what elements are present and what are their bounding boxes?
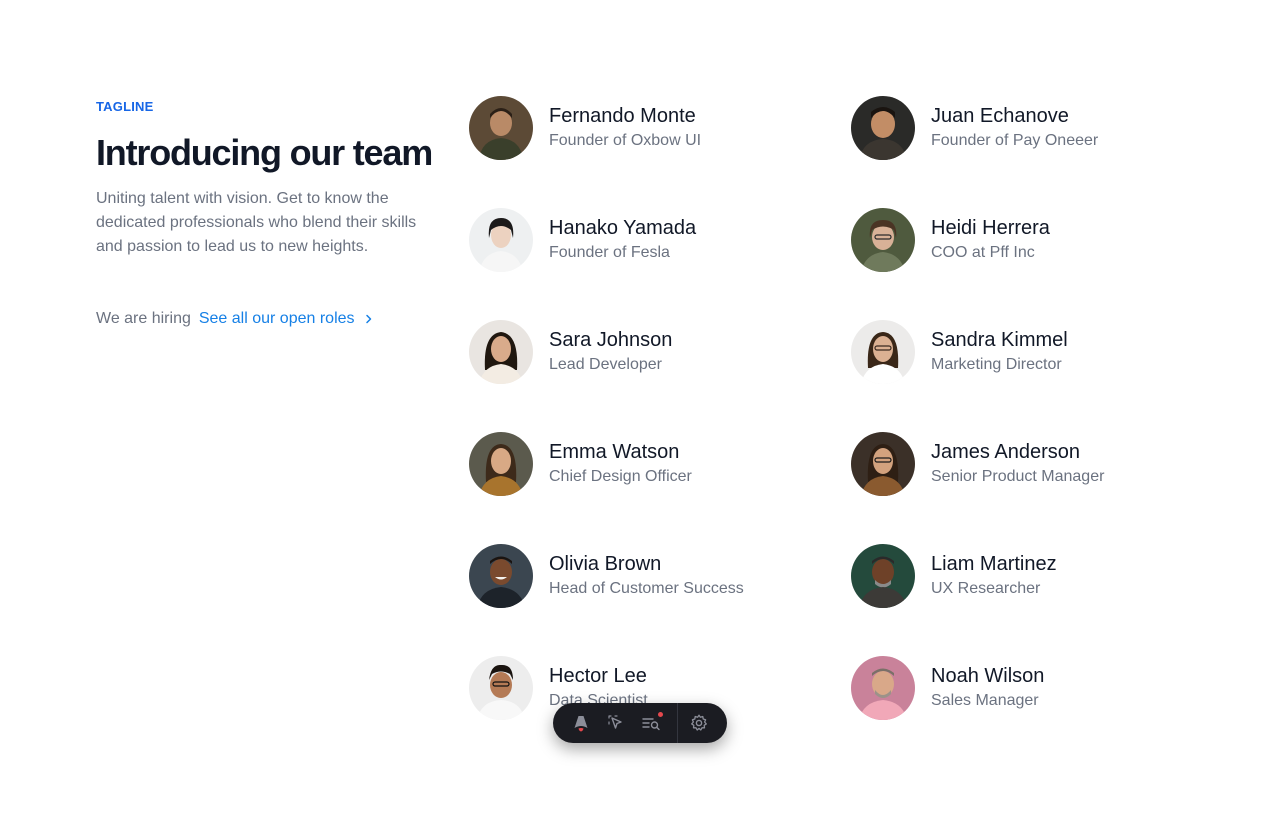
audit-button[interactable]	[634, 707, 669, 739]
astro-logo-icon	[574, 716, 588, 732]
team-member-card: Sandra Kimmel Marketing Director	[851, 320, 1211, 384]
avatar	[469, 208, 533, 272]
team-member-card: Sara Johnson Lead Developer	[469, 320, 829, 384]
member-role: Senior Product Manager	[931, 468, 1105, 485]
section-title: Introducing our team	[96, 132, 433, 173]
hiring-row: We are hiring See all our open roles	[96, 307, 436, 331]
avatar	[469, 96, 533, 160]
team-member-card: Emma Watson Chief Design Officer	[469, 432, 829, 496]
hiring-text: We are hiring	[96, 310, 191, 327]
member-name: Noah Wilson	[931, 665, 1045, 687]
avatar	[851, 208, 915, 272]
avatar	[469, 656, 533, 720]
team-member-card: James Anderson Senior Product Manager	[851, 432, 1211, 496]
team-member-card: Liam Martinez UX Researcher	[851, 544, 1211, 608]
team-member-card: Juan Echanove Founder of Pay Oneeer	[851, 96, 1211, 160]
avatar	[469, 432, 533, 496]
avatar	[469, 544, 533, 608]
member-role: Founder of Oxbow UI	[549, 132, 702, 149]
settings-gear-icon	[691, 714, 708, 731]
settings-button[interactable]	[682, 707, 717, 739]
team-member-card: Noah Wilson Sales Manager	[851, 656, 1211, 720]
member-name: James Anderson	[931, 441, 1080, 463]
avatar	[469, 320, 533, 384]
avatar	[851, 96, 915, 160]
member-name: Emma Watson	[549, 441, 680, 463]
member-role: Founder of Pay Oneeer	[931, 132, 1099, 149]
member-role: Marketing Director	[931, 356, 1062, 373]
member-role: Founder of Fesla	[549, 244, 670, 261]
inspect-cursor-icon	[608, 715, 622, 729]
member-name: Heidi Herrera	[931, 217, 1050, 239]
open-roles-label: See all our open roles	[198, 310, 355, 327]
open-roles-link[interactable]: See all our open roles	[199, 307, 374, 331]
avatar	[851, 656, 915, 720]
team-member-card: Heidi Herrera COO at Pff Inc	[851, 208, 1211, 272]
team-member-card: Olivia Brown Head of Customer Success	[469, 544, 829, 608]
notification-dot	[657, 712, 663, 717]
chevron-right-icon	[365, 314, 371, 324]
astro-menu-button[interactable]	[563, 707, 598, 739]
member-name: Liam Martinez	[931, 553, 1057, 575]
avatar	[851, 544, 915, 608]
inspect-button[interactable]	[598, 707, 633, 739]
member-role: Lead Developer	[549, 356, 662, 373]
dev-toolbar	[553, 703, 727, 743]
member-name: Hector Lee	[549, 665, 647, 687]
audit-list-icon	[642, 718, 660, 731]
member-role: Head of Customer Success	[549, 580, 744, 597]
team-member-card: Hanako Yamada Founder of Fesla	[469, 208, 829, 272]
intro-column: TAGLINE Introducing our team Uniting tal…	[96, 99, 436, 331]
member-name: Hanako Yamada	[549, 217, 697, 239]
section-description: Uniting talent with vision. Get to know …	[96, 190, 417, 255]
team-member-card: Fernando Monte Founder of Oxbow UI	[469, 96, 829, 160]
member-name: Juan Echanove	[931, 105, 1069, 127]
member-role: COO at Pff Inc	[931, 244, 1035, 261]
toolbar-divider	[676, 703, 678, 743]
member-role: Sales Manager	[931, 692, 1039, 709]
member-name: Sandra Kimmel	[931, 329, 1068, 351]
member-name: Sara Johnson	[549, 329, 673, 351]
member-role: UX Researcher	[931, 580, 1041, 597]
avatar	[851, 320, 915, 384]
member-role: Chief Design Officer	[549, 468, 692, 485]
member-name: Fernando Monte	[549, 105, 696, 127]
tagline: TAGLINE	[96, 99, 154, 114]
avatar	[851, 432, 915, 496]
team-section: TAGLINE Introducing our team Uniting tal…	[0, 0, 1280, 816]
member-name: Olivia Brown	[549, 553, 662, 575]
